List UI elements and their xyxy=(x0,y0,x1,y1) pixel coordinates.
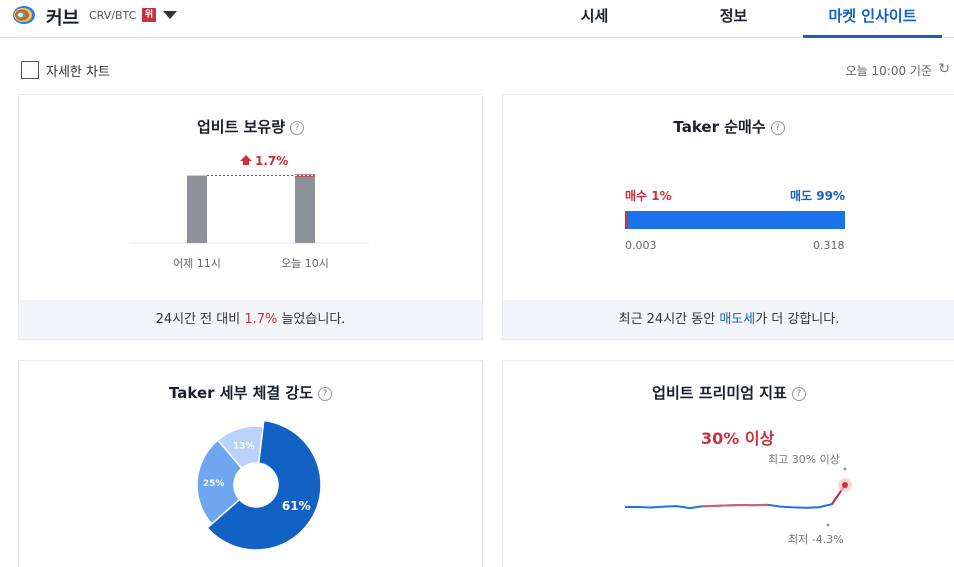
help-icon[interactable]: ? xyxy=(791,387,806,401)
tab-info[interactable]: 정보 xyxy=(686,0,781,38)
coin-pair: CRV/BTC xyxy=(89,9,137,22)
taker-footer: 최근 24시간 동안 매도세가 더 강합니다. xyxy=(503,300,954,339)
footer-value: 매도세 xyxy=(719,312,756,327)
upbit-holdings-card: 업비트 보유량? 어제 11시 오늘 10시 1.7% 24시간 전 대비 1.7%… xyxy=(18,94,483,340)
slice-label: 13% xyxy=(233,441,255,451)
footer-value: 1.7% xyxy=(244,312,278,327)
buy-amount: 0.003 xyxy=(625,239,657,252)
upbit-premium-title: 업비트 프리미엄 지표 xyxy=(652,384,787,402)
holdings-bar-chart: 어제 11시 오늘 10시 1.7% xyxy=(129,154,369,270)
warning-badge: 위 xyxy=(142,8,156,22)
change-label: 1.7% xyxy=(255,154,288,168)
footer-prefix: 24시간 전 대비 xyxy=(155,312,245,327)
high-marker xyxy=(843,467,847,471)
tab-price[interactable]: 시세 xyxy=(547,0,642,38)
bar-0 xyxy=(187,175,207,243)
taker-strength-card: Taker 세부 체결 강도? 61% 25% 13% xyxy=(18,360,483,567)
holdings-footer: 24시간 전 대비 1.7% 늘었습니다. xyxy=(19,300,482,339)
premium-low-label: 최저 -4.3% xyxy=(788,533,844,546)
upbit-premium-card: 업비트 프리미엄 지표? 30% 이상 최고 30% 이상 최저 -4.3% xyxy=(502,360,954,567)
tab-market-insight[interactable]: 마켓 인사이트 xyxy=(803,0,942,38)
buy-ratio-fill xyxy=(625,211,628,229)
curve-coin-logo xyxy=(13,6,35,24)
help-icon[interactable]: ? xyxy=(318,387,333,401)
current-point xyxy=(842,482,848,488)
low-marker xyxy=(826,523,830,527)
premium-value: 30% 이상 xyxy=(701,429,775,448)
sell-ratio-label: 매도 99% xyxy=(790,189,845,203)
x-tick-label: 오늘 10시 xyxy=(281,257,329,270)
basis-time: 오늘 10:00 기준 xyxy=(845,64,932,78)
buy-ratio-label: 매수 1% xyxy=(625,189,672,203)
premium-line-positive xyxy=(715,504,729,507)
buy-sell-ratio-bar xyxy=(625,211,845,229)
upbit-holdings-title: 업비트 보유량 xyxy=(196,118,286,136)
detail-chart-label[interactable]: 자세한 차트 xyxy=(46,61,110,80)
card-title: 업비트 프리미엄 지표? xyxy=(503,382,954,403)
card-title: Taker 순매수? xyxy=(503,116,954,137)
taker-strength-title: Taker 세부 체결 강도 xyxy=(168,384,314,402)
footer-suffix: 가 더 강합니다. xyxy=(755,312,840,327)
taker-net-buy-title: Taker 순매수 xyxy=(673,118,766,136)
chevron-down-icon[interactable] xyxy=(163,11,177,19)
coin-name: 커브 xyxy=(46,8,80,29)
card-title: Taker 세부 체결 강도? xyxy=(19,382,482,403)
detail-chart-checkbox[interactable] xyxy=(21,61,39,79)
taker-net-buy-card: Taker 순매수? 매수 1% 매도 99% 0.003 0.318 최근 2… xyxy=(502,94,954,340)
footer-prefix: 최근 24시간 동안 xyxy=(618,312,720,327)
x-tick-label: 어제 11시 xyxy=(173,257,221,270)
bar-1 xyxy=(295,174,315,243)
top-bar: 커브 CRV/BTC 위 시세 정보 마켓 인사이트 xyxy=(0,0,954,38)
taker-strength-donut: 61% 25% 13% xyxy=(196,419,321,551)
help-icon[interactable]: ? xyxy=(290,121,305,135)
slice-label: 25% xyxy=(203,479,225,489)
help-icon[interactable]: ? xyxy=(770,121,785,135)
footer-suffix: 늘었습니다. xyxy=(277,312,346,327)
arrow-up-icon xyxy=(240,155,252,165)
slice-label: 61% xyxy=(282,499,311,513)
card-title: 업비트 보유량? xyxy=(19,116,482,137)
refresh-icon[interactable]: ↻ xyxy=(938,61,950,77)
sell-amount: 0.318 xyxy=(813,239,845,252)
